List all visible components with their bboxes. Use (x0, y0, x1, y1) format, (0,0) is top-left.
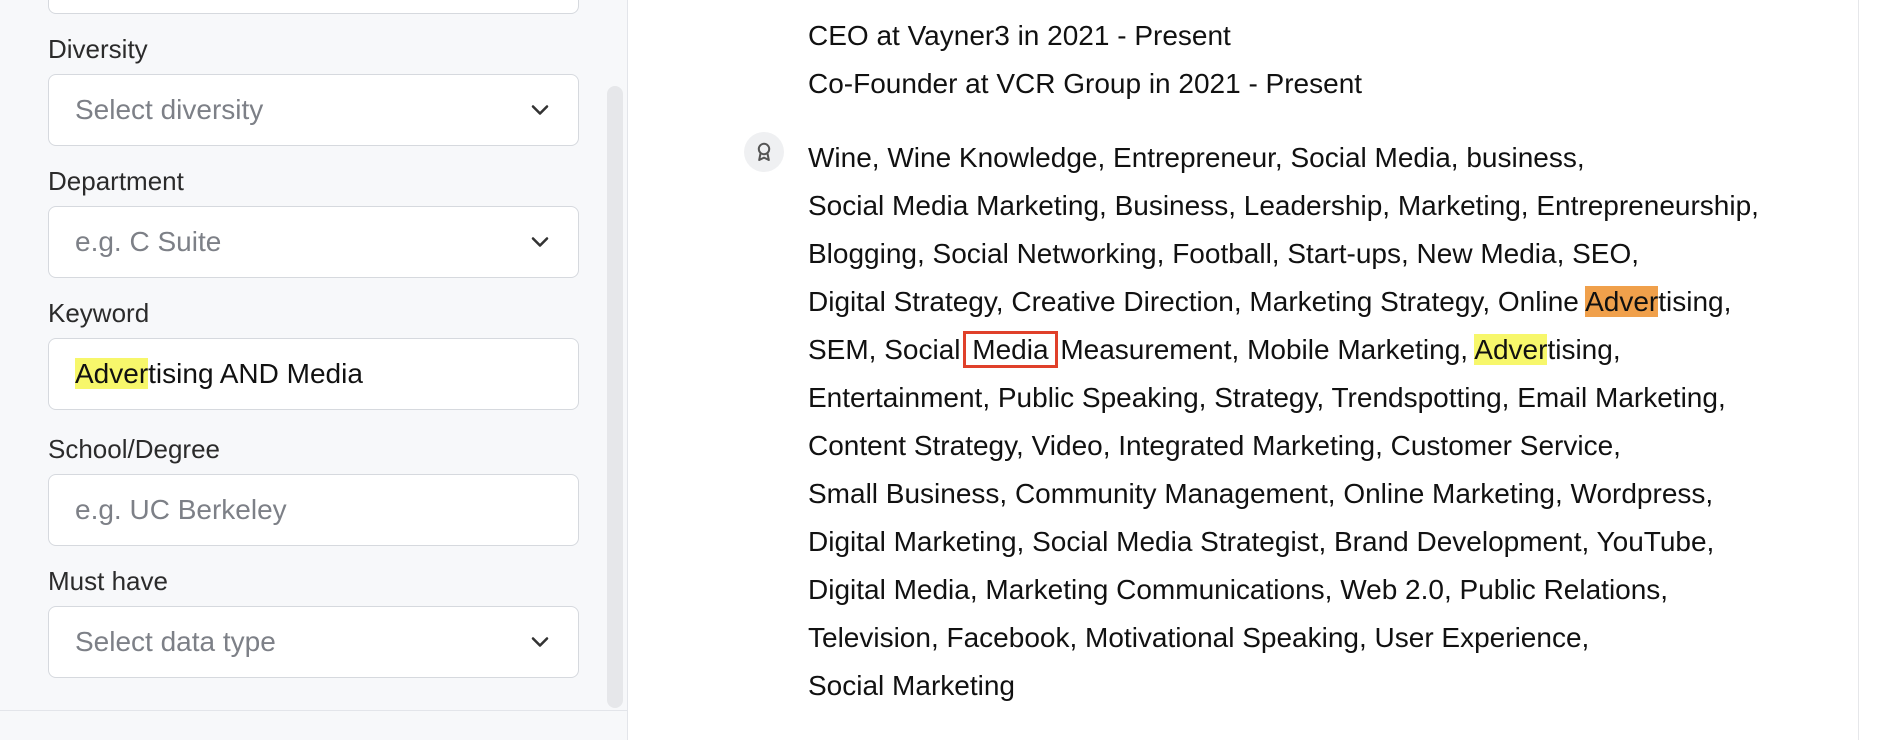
keyword-match-box: Media (963, 331, 1058, 368)
department-label: Department (48, 166, 184, 196)
must-have-placeholder: Select data type (75, 626, 276, 657)
keyword-value-rest: tising AND Media (148, 358, 363, 389)
must-have-select[interactable]: Select data type (48, 606, 579, 678)
skills-text: Measurement, Mobile Marketing, (1052, 334, 1475, 365)
skills-line: Blogging, Social Networking, Football, S… (808, 238, 1640, 269)
skills-line: Social Media Marketing, Business, Leader… (808, 190, 1759, 221)
skills-line: Entertainment, Public Speaking, Strategy… (808, 382, 1726, 413)
skills-line: Social Marketing (808, 670, 1015, 701)
skills-text: tising, (1547, 334, 1621, 365)
position-line: CEO at Vayner3 in 2021 - Present (808, 20, 1231, 51)
department-placeholder: e.g. C Suite (75, 226, 222, 257)
keyword-highlight: Adver (1474, 334, 1548, 365)
skills-line: Content Strategy, Video, Integrated Mark… (808, 430, 1621, 461)
keyword-value: Advertising AND Media (75, 358, 554, 390)
department-select[interactable]: e.g. C Suite (48, 206, 579, 278)
school-placeholder: e.g. UC Berkeley (75, 494, 287, 525)
diversity-placeholder: Select diversity (75, 94, 264, 125)
skills-text: SEM, Social (808, 334, 969, 365)
skills-line: SEM, Social Media Measurement, Mobile Ma… (808, 326, 1838, 374)
diversity-label: Diversity (48, 34, 148, 64)
keyword-highlight: Adver (75, 358, 149, 389)
filter-panel: Diversity Select diversity Department e.… (0, 0, 628, 740)
keyword-label: Keyword (48, 298, 150, 328)
award-icon (744, 132, 784, 172)
skills-line: Digital Marketing, Social Media Strategi… (808, 526, 1715, 557)
skills-line: Digital Strategy, Creative Direction, Ma… (808, 278, 1838, 326)
skills-line: Wine, Wine Knowledge, Entrepreneur, Soci… (808, 142, 1585, 173)
school-input[interactable]: e.g. UC Berkeley (48, 474, 579, 546)
skills-text: tising, (1658, 286, 1732, 317)
must-have-label: Must have (48, 566, 168, 596)
panel-divider (0, 710, 628, 711)
chevron-down-icon (531, 637, 549, 647)
previous-filter-field[interactable] (48, 0, 579, 14)
diversity-select[interactable]: Select diversity (48, 74, 579, 146)
keyword-highlight-active: Adver (1585, 286, 1659, 317)
skills-line: Digital Media, Marketing Communications,… (808, 574, 1669, 605)
skills-line: Television, Facebook, Motivational Speak… (808, 622, 1590, 653)
chevron-down-icon (531, 105, 549, 115)
keyword-input[interactable]: Advertising AND Media (48, 338, 579, 410)
panel-edge (1858, 0, 1859, 740)
skills-list: Wine, Wine Knowledge, Entrepreneur, Soci… (808, 134, 1838, 710)
school-label: School/Degree (48, 434, 220, 464)
position-line: Co-Founder at VCR Group in 2021 - Presen… (808, 68, 1363, 99)
skills-text: Digital Strategy, Creative Direction, Ma… (808, 286, 1586, 317)
panel-scrollbar[interactable] (607, 86, 623, 708)
skills-line: Small Business, Community Management, On… (808, 478, 1714, 509)
chevron-down-icon (531, 237, 549, 247)
